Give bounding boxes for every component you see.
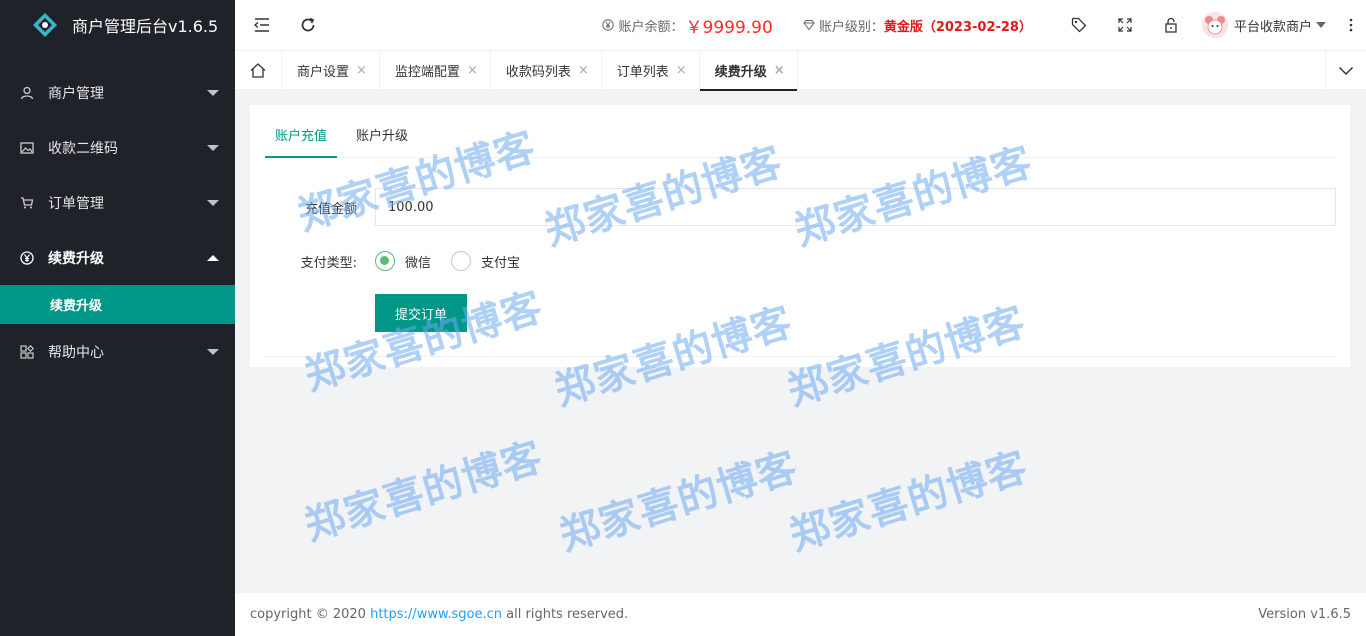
- recharge-tabs: 账户充值 账户升级: [265, 115, 1336, 158]
- sidebar-item-label: 收款二维码: [48, 140, 118, 157]
- sidebar-item-label: 订单管理: [48, 195, 104, 212]
- tab-label: 收款码列表: [505, 65, 571, 80]
- watermark: 郑家喜的博客: [784, 443, 1034, 560]
- sidebar-subitem-label: 续费升级: [50, 299, 103, 314]
- radio-label: 支付宝: [481, 255, 521, 271]
- menu-fold-icon: [254, 18, 269, 32]
- app-title: 商户管理后台v1.6.5: [72, 17, 219, 36]
- apps-icon: [20, 344, 34, 359]
- footer: copyright © 2020 https://www.sgoe.cn all…: [235, 593, 1366, 636]
- sidebar-item-label: 帮助中心: [48, 344, 104, 361]
- chevron-up-icon: [207, 254, 219, 261]
- chevron-down-icon: [207, 89, 219, 96]
- sidebar-item-help[interactable]: 帮助中心: [0, 324, 235, 379]
- tab-account-upgrade[interactable]: 账户升级: [346, 115, 418, 157]
- tab-label: 续费升级: [714, 65, 767, 80]
- chevron-down-icon: [207, 348, 219, 355]
- account-balance: 账户余额： ￥9999.90: [602, 13, 773, 38]
- lock-icon: [1165, 17, 1177, 33]
- sidebar-item-label: 续费升级: [48, 250, 104, 267]
- pay-type-label: 支付类型:: [300, 255, 357, 271]
- watermark: 郑家喜的博客: [299, 433, 549, 550]
- amount-label: 充值金额: [304, 201, 357, 217]
- sidebar-item-merchant[interactable]: 商户管理: [0, 65, 235, 120]
- close-icon[interactable]: ×: [676, 63, 687, 78]
- tab-renewal-upgrade[interactable]: 续费升级 ×: [699, 51, 798, 91]
- logo: 商户管理后台v1.6.5: [0, 0, 235, 50]
- tab-home[interactable]: [235, 51, 282, 90]
- more-vertical-icon: [1349, 18, 1353, 32]
- fullscreen-button[interactable]: [1102, 0, 1148, 50]
- username: 平台收款商户: [1233, 19, 1312, 35]
- level-label: 账户级别：: [818, 19, 884, 35]
- sidebar-item-orders[interactable]: 订单管理: [0, 175, 235, 230]
- amount-input[interactable]: 100.00: [375, 188, 1336, 226]
- tab-account-recharge[interactable]: 账户充值: [265, 115, 338, 158]
- recharge-card: 账户充值 账户升级 充值金额 100.00 支付类型: 微信 支付宝 提交订单: [250, 105, 1350, 367]
- account-level: 账户级别： 黄金版（2023-02-28）: [803, 16, 1032, 35]
- radio-checked-icon: [375, 251, 395, 271]
- sidebar-subitem-renewal[interactable]: 续费升级: [0, 285, 235, 324]
- user-icon: [20, 86, 34, 100]
- diamond-icon: [803, 20, 815, 31]
- tab-qrcode-list[interactable]: 收款码列表 ×: [491, 51, 602, 90]
- pay-type-row: 支付类型: 微信 支付宝: [265, 249, 1336, 273]
- version-text: Version v1.6.5: [1258, 607, 1351, 622]
- amount-row: 充值金额 100.00: [265, 188, 1336, 226]
- sidebar-item-label: 商户管理: [48, 85, 104, 102]
- chevron-down-icon: [1316, 22, 1326, 28]
- recharge-form: 充值金额 100.00 支付类型: 微信 支付宝 提交订单: [265, 159, 1336, 357]
- chevron-down-icon: [1338, 66, 1354, 75]
- radio-wechat[interactable]: 微信: [375, 251, 431, 271]
- lock-screen-button[interactable]: [1148, 0, 1194, 50]
- submit-order-button[interactable]: 提交订单: [375, 294, 467, 332]
- sidebar-item-renewal[interactable]: 续费升级: [0, 230, 235, 285]
- tab-order-list[interactable]: 订单列表 ×: [602, 51, 700, 90]
- top-header: 账户余额： ￥9999.90 账户级别： 黄金版（2023-02-28） 平台收…: [235, 0, 1366, 50]
- collapse-sidebar-button[interactable]: [239, 0, 285, 50]
- tab-label: 商户设置: [297, 65, 350, 80]
- refresh-button[interactable]: [285, 0, 331, 50]
- page-tabs: 商户设置 × 监控端配置 × 收款码列表 × 订单列表 × 续费升级 ×: [235, 50, 1366, 91]
- close-icon[interactable]: ×: [356, 63, 367, 78]
- chevron-down-icon: [207, 199, 219, 206]
- radio-label: 微信: [405, 255, 432, 271]
- level-value: 黄金版（2023-02-28）: [883, 19, 1032, 35]
- close-icon[interactable]: ×: [774, 63, 785, 78]
- yen-icon: [602, 19, 615, 31]
- copyright-prefix: copyright © 2020: [250, 607, 366, 622]
- sidebar-item-qrcode[interactable]: 收款二维码: [0, 120, 235, 175]
- tab-label: 订单列表: [616, 65, 669, 80]
- yen-icon: [20, 250, 34, 265]
- logo-icon: [33, 13, 57, 37]
- radio-alipay[interactable]: 支付宝: [451, 251, 520, 271]
- copyright-suffix: all rights reserved.: [506, 607, 629, 622]
- tab-label: 监控端配置: [394, 65, 460, 80]
- tab-merchant-settings[interactable]: 商户设置 ×: [282, 51, 380, 90]
- balance-label: 账户余额：: [618, 19, 684, 35]
- balance-value: ￥9999.90: [685, 17, 773, 38]
- fullscreen-icon: [1118, 18, 1132, 32]
- sidebar: 商户管理后台v1.6.5 商户管理 收款二维码 订单管理 续费升级 续费升级 帮…: [0, 0, 235, 636]
- home-icon: [250, 63, 266, 78]
- tag-icon: [1071, 17, 1087, 33]
- watermark: 郑家喜的博客: [554, 443, 804, 560]
- tab-monitor-config[interactable]: 监控端配置 ×: [380, 51, 491, 90]
- user-menu[interactable]: 平台收款商户: [1201, 12, 1326, 38]
- close-icon[interactable]: ×: [578, 63, 589, 78]
- avatar: [1201, 12, 1228, 38]
- cart-icon: [20, 196, 34, 210]
- image-icon: [20, 141, 34, 155]
- more-button[interactable]: [1336, 0, 1366, 50]
- refresh-icon: [301, 17, 315, 32]
- close-icon[interactable]: ×: [467, 63, 478, 78]
- theme-button[interactable]: [1056, 0, 1102, 50]
- chevron-down-icon: [207, 144, 219, 151]
- site-link[interactable]: https://www.sgoe.cn: [370, 607, 502, 622]
- tabs-dropdown-button[interactable]: [1325, 51, 1366, 90]
- radio-unchecked-icon: [451, 251, 472, 271]
